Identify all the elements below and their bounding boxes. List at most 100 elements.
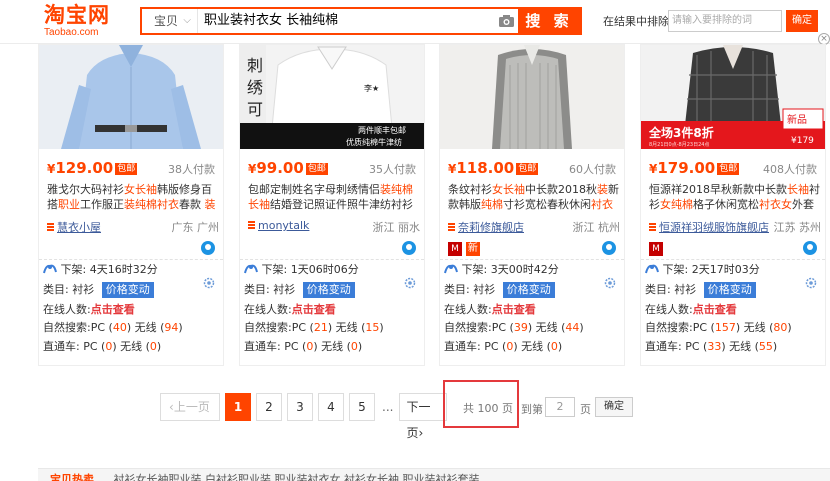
product-image[interactable]: 全场3件8折 8月21日0点-8月23日24点 新品 ¥179 [641,45,825,149]
goto-page-input[interactable]: 2 [545,397,575,417]
logo-text-cn: 淘宝网 [44,3,110,27]
tmall-icon[interactable]: M [448,242,462,256]
goto-confirm-button[interactable]: 确定 [595,397,633,417]
gear-icon[interactable] [604,277,616,289]
product-image[interactable]: 刺 绣 可 定 李★ 两件顺丰包邮 优质纯棉牛津纺 [240,45,424,149]
online-count-row: 在线人数:点击查看 [645,303,737,316]
wangwang-chat-icon[interactable] [201,241,215,255]
related-links[interactable]: 衬衫女长袖职业装 白衬衫职业装 职业装衬衣女 衬衫女长袖 职业装衬衫套装 [114,473,480,481]
taobao-logo[interactable]: 淘宝网 Taobao.com [44,3,118,41]
free-shipping-badge: 包邮 [305,163,328,175]
pagination-ellipsis: ... [382,400,394,414]
online-count-row: 在线人数:点击查看 [244,303,336,316]
online-check-link[interactable]: 点击查看 [292,303,336,316]
price-change-button[interactable]: 价格变动 [302,282,355,298]
offline-time: 3天00时42分 [490,263,559,276]
camera-icon[interactable] [494,9,518,33]
shop-location: 江苏 苏州 [773,221,822,234]
offline-clock-icon [43,263,57,274]
total-pages: 共 100 页 [463,402,513,415]
divider [440,259,624,260]
page-1-button[interactable]: 1 [225,393,251,421]
search-type-label: 宝贝 [154,14,179,28]
category-row: 类目: 衬衫 价格变动 [444,282,555,298]
logo-text-en: Taobao.com [44,27,99,38]
tmall-icon[interactable]: M [649,242,663,256]
top-header: 淘宝网 Taobao.com 宝贝 ⌵ 职业装衬衣女 长袖纯棉 搜 索 在结果中… [0,0,830,44]
product-price: ¥118.00 包邮 [448,159,539,177]
divider [641,259,825,260]
online-check-link[interactable]: 点击查看 [693,303,737,316]
category-value: 衬衫 [72,283,95,296]
product-card[interactable]: ¥129.00 包邮 38人付款 雅戈尔大码衬衫女长袖韩版修身百搭职业工作服正装纯… [38,44,224,366]
online-check-link[interactable]: 点击查看 [91,303,135,316]
paid-count: 38人付款 [168,163,215,176]
natural-search-row: 自然搜索:PC (40) 无线 (94) [43,321,183,334]
product-card[interactable]: 全场3件8折 8月21日0点-8月23日24点 新品 ¥179 ¥179.00 包… [640,44,826,366]
divider [240,259,424,260]
shop-location: 浙江 杭州 [572,221,621,234]
product-title[interactable]: 雅戈尔大码衬衫女长袖韩版修身百搭职业工作服正装纯棉衬衣春款 装 [47,182,219,212]
shop-name[interactable]: 恒源祥羽绒服饰旗舰店 [659,221,769,234]
shop-name[interactable]: 奈莉修旗舰店 [458,221,524,234]
badge-row: M [649,242,821,258]
search-type-select[interactable]: 宝贝 ⌵ [142,9,198,33]
prev-page-button[interactable]: ‹上一页 [160,393,220,421]
next-page-button[interactable]: 下一页› [399,393,448,440]
price-change-button[interactable]: 价格变动 [703,282,756,298]
search-bar: 宝贝 ⌵ 职业装衬衣女 长袖纯棉 搜 索 [140,7,582,35]
paid-count: 60人付款 [569,163,616,176]
product-image[interactable] [39,45,223,149]
product-price: ¥99.00 包邮 [248,159,328,177]
category-value: 衬衫 [273,283,296,296]
svg-text:优质纯棉牛津纺: 优质纯棉牛津纺 [346,137,402,147]
page-5-button[interactable]: 5 [349,393,375,421]
product-card[interactable]: 刺 绣 可 定 李★ 两件顺丰包邮 优质纯棉牛津纺 ¥99.00包邮 35人付款… [239,44,425,366]
product-image[interactable] [440,45,624,149]
online-check-link[interactable]: 点击查看 [492,303,536,316]
chevron-down-icon: ⌵ [183,15,191,26]
page-3-button[interactable]: 3 [287,393,313,421]
pagination: ‹上一页 1 2 3 4 5 ... 下一页› [160,392,452,440]
wangwang-chat-icon[interactable] [402,241,416,255]
price-change-button[interactable]: 价格变动 [502,282,555,298]
price-change-button[interactable]: 价格变动 [101,282,154,298]
svg-text:绣: 绣 [247,78,263,97]
product-price: ¥179.00 包邮 [649,159,740,177]
divider [39,259,223,260]
offline-time-row: 下架: 1天06时06分 [244,263,359,277]
wangwang-chat-icon[interactable] [602,241,616,255]
online-count-row: 在线人数:点击查看 [43,303,135,316]
paid-count: 408人付款 [763,163,817,176]
gear-icon[interactable] [203,277,215,289]
direct-train-row: 直通车: PC (33) 无线 (55) [645,340,778,353]
product-price: ¥129.00 包邮 [47,159,138,177]
search-input[interactable]: 职业装衬衣女 长袖纯棉 [198,9,494,33]
page-4-button[interactable]: 4 [318,393,344,421]
product-title[interactable]: 条纹衬衫女长袖中长款2018秋装新款韩版纯棉寸衫宽松春秋休闲衬衣 [448,182,620,212]
product-card[interactable]: ¥118.00 包邮 60人付款 条纹衬衫女长袖中长款2018秋装新款韩版纯棉寸衫… [439,44,625,366]
exclude-confirm-button[interactable]: 确定 [786,10,818,32]
shop-icon [47,223,54,232]
shop-name[interactable]: monytalk [258,219,309,232]
shop-icon [649,223,656,232]
search-button[interactable]: 搜 索 [518,9,580,33]
product-title[interactable]: 包邮定制姓名字母刺绣情侣装纯棉长袖结婚登记照证件照牛津纺衬衫 [248,182,420,212]
gear-icon[interactable] [404,277,416,289]
wangwang-chat-icon[interactable] [803,241,817,255]
product-title[interactable]: 恒源祥2018早秋新款中长款长袖衬衫女纯棉格子休闲宽松衬衣女外套 [649,182,821,212]
svg-text:可: 可 [247,100,263,119]
offline-time: 2天17时03分 [691,263,760,276]
free-shipping-badge: 包邮 [516,163,539,175]
page-2-button[interactable]: 2 [256,393,282,421]
shop-name[interactable]: 慧衣小屋 [57,221,101,234]
direct-train-row: 直通车: PC (0) 无线 (0) [444,340,563,353]
offline-time: 1天06时06分 [290,263,359,276]
promo-banner: 全场3件8折 [648,125,714,140]
gear-icon[interactable] [805,277,817,289]
svg-text:8月21日0点-8月23日24点: 8月21日0点-8月23日24点 [649,142,709,148]
svg-text:新品: 新品 [787,113,807,126]
online-count-row: 在线人数:点击查看 [444,303,536,316]
exclude-input[interactable]: 请输入要排除的词 [668,10,782,32]
badge-row: M 新 [448,242,620,258]
